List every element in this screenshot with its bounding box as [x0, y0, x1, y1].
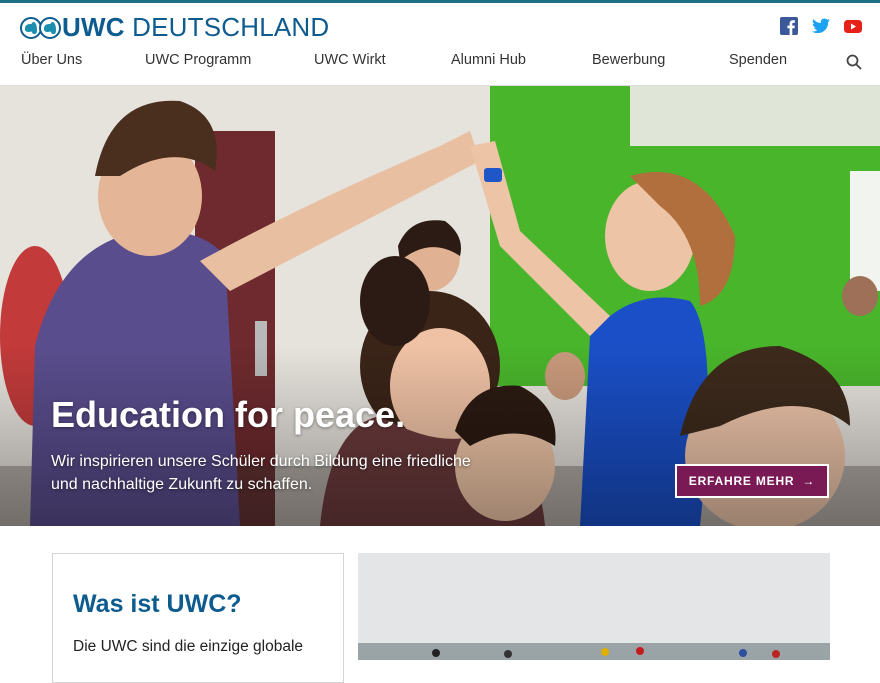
site-logo[interactable]: UWC DEUTSCHLAND — [20, 12, 329, 43]
learn-more-button[interactable]: ERFAHRE MEHR → — [675, 464, 829, 498]
nav-item-ueber-uns[interactable]: Über Uns — [21, 52, 82, 68]
hero-banner: Education for peace. Wir inspirieren uns… — [0, 86, 880, 526]
secondary-photo — [358, 553, 830, 660]
social-links — [780, 17, 862, 35]
arrow-right-icon: → — [802, 474, 816, 488]
intro-card-title: Was ist UWC? — [73, 590, 242, 618]
nav-item-spenden[interactable]: Spenden — [729, 52, 787, 68]
search-icon[interactable] — [846, 54, 862, 70]
nav-item-uwc-wirkt[interactable]: UWC Wirkt — [314, 52, 386, 68]
nav-item-uwc-programm[interactable]: UWC Programm — [145, 52, 251, 68]
nav-item-bewerbung[interactable]: Bewerbung — [592, 52, 665, 68]
nav-item-alumni-hub[interactable]: Alumni Hub — [451, 52, 526, 68]
intro-card: Was ist UWC? Die UWC sind die einzige gl… — [52, 553, 344, 683]
globe-logo-icon — [20, 16, 61, 39]
site-header: UWC DEUTSCHLAND Über Uns UWC Programm UW… — [0, 3, 880, 86]
learn-more-label: ERFAHRE MEHR — [688, 474, 795, 488]
twitter-icon[interactable] — [812, 17, 830, 35]
intro-card-text: Die UWC sind die einzige globale — [73, 638, 304, 655]
hero-subtitle: Wir inspirieren unsere Schüler durch Bil… — [51, 453, 471, 493]
youtube-icon[interactable] — [844, 17, 862, 35]
hero-title: Education for peace. — [51, 394, 406, 435]
beach-photo — [358, 553, 830, 660]
logo-text: UWC DEUTSCHLAND — [62, 12, 330, 42]
main-navigation: Über Uns UWC Programm UWC Wirkt Alumni H… — [0, 52, 880, 78]
facebook-icon[interactable] — [780, 17, 798, 35]
